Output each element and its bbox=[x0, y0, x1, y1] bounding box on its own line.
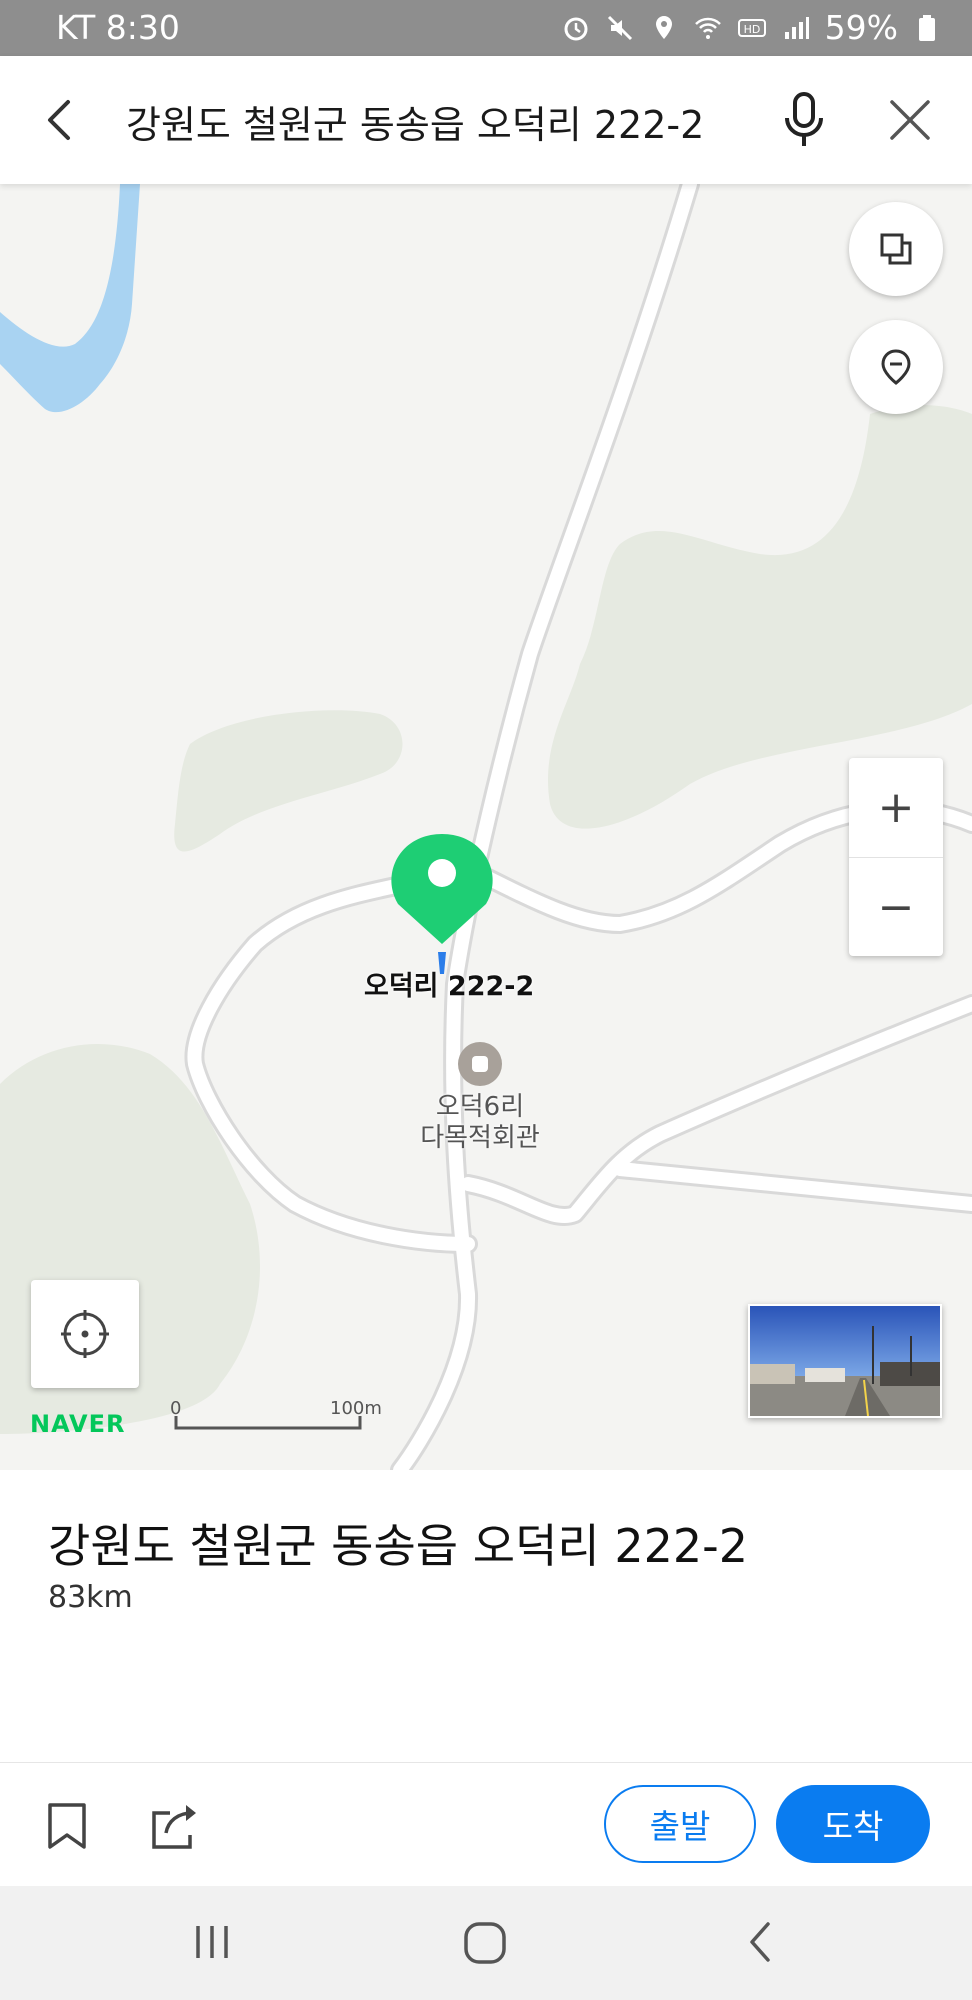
poi-label: 오덕6리 다목적회관 bbox=[400, 1092, 560, 1154]
poi-label-line2: 다목적회관 bbox=[420, 1123, 540, 1153]
search-bar: 강원도 철원군 동송읍 오덕리 222-2 bbox=[0, 56, 972, 184]
mute-icon bbox=[607, 15, 632, 40]
recent-apps-icon bbox=[196, 1926, 228, 1958]
marker-button[interactable] bbox=[849, 320, 943, 414]
hd-icon: HD bbox=[737, 18, 766, 37]
share-icon bbox=[152, 1805, 196, 1849]
green-area bbox=[174, 710, 403, 852]
crosshair-icon bbox=[61, 1310, 109, 1358]
svg-text:HD: HD bbox=[743, 23, 760, 36]
alarm-icon bbox=[564, 17, 588, 40]
layers-icon bbox=[880, 233, 912, 265]
clear-button[interactable] bbox=[886, 96, 934, 144]
status-bar: KT 8:30 HD 59% bbox=[0, 0, 972, 56]
status-icons: HD 59% bbox=[561, 8, 942, 47]
place-title: 강원도 철원군 동송읍 오덕리 222-2 bbox=[48, 1519, 748, 1573]
back-arrow-icon bbox=[48, 100, 70, 140]
recent-apps-button[interactable] bbox=[190, 1920, 234, 1964]
naver-logo: NAVER bbox=[30, 1410, 126, 1438]
current-location-button[interactable] bbox=[31, 1280, 139, 1388]
location-pin-icon[interactable] bbox=[391, 834, 493, 974]
street-view-image bbox=[750, 1306, 940, 1416]
scale-start: 0 bbox=[170, 1398, 182, 1419]
zoom-controls: + − bbox=[849, 758, 943, 956]
close-icon bbox=[890, 100, 930, 140]
home-button[interactable] bbox=[462, 1920, 508, 1966]
poi-label-line1: 오덕6리 bbox=[435, 1092, 525, 1122]
map-marker-icon bbox=[881, 349, 911, 385]
zoom-in-button[interactable]: + bbox=[849, 758, 943, 858]
scale-end: 100m bbox=[330, 1398, 382, 1419]
battery-percent: 59% bbox=[824, 8, 898, 47]
place-distance: 83km bbox=[48, 1580, 133, 1615]
carrier-time: KT 8:30 bbox=[56, 8, 180, 47]
layers-button[interactable] bbox=[849, 202, 943, 296]
zoom-out-button[interactable]: − bbox=[849, 858, 943, 957]
pin-label: 오덕리 222-2 bbox=[364, 971, 535, 1002]
system-nav-bar bbox=[0, 1886, 972, 2000]
river bbox=[0, 184, 140, 413]
map-view[interactable]: 오덕리 222-2 오덕6리 다목적회관 + − NAVER 0 100m bbox=[0, 184, 972, 1470]
action-bar: 출발 도착 bbox=[0, 1762, 972, 1887]
voice-search-button[interactable] bbox=[776, 90, 832, 150]
map-canvas[interactable] bbox=[0, 184, 972, 1470]
street-view-thumbnail[interactable] bbox=[748, 1304, 942, 1418]
system-back-button[interactable] bbox=[740, 1920, 784, 1964]
back-button[interactable] bbox=[36, 94, 88, 146]
microphone-icon bbox=[785, 92, 823, 146]
depart-button[interactable]: 출발 bbox=[604, 1785, 756, 1863]
save-button[interactable] bbox=[44, 1801, 90, 1851]
home-icon bbox=[464, 1922, 506, 1964]
search-query[interactable]: 강원도 철원군 동송읍 오덕리 222-2 bbox=[126, 94, 704, 149]
battery-icon bbox=[919, 14, 935, 41]
location-icon bbox=[655, 15, 672, 39]
place-info-panel: 강원도 철원군 동송읍 오덕리 222-2 83km bbox=[0, 1470, 972, 1762]
bookmark-icon bbox=[48, 1803, 86, 1849]
wifi-icon bbox=[694, 17, 721, 39]
back-icon bbox=[750, 1922, 770, 1962]
share-button[interactable] bbox=[150, 1799, 202, 1851]
arrive-button[interactable]: 도착 bbox=[776, 1785, 930, 1863]
signal-icon bbox=[784, 16, 809, 39]
